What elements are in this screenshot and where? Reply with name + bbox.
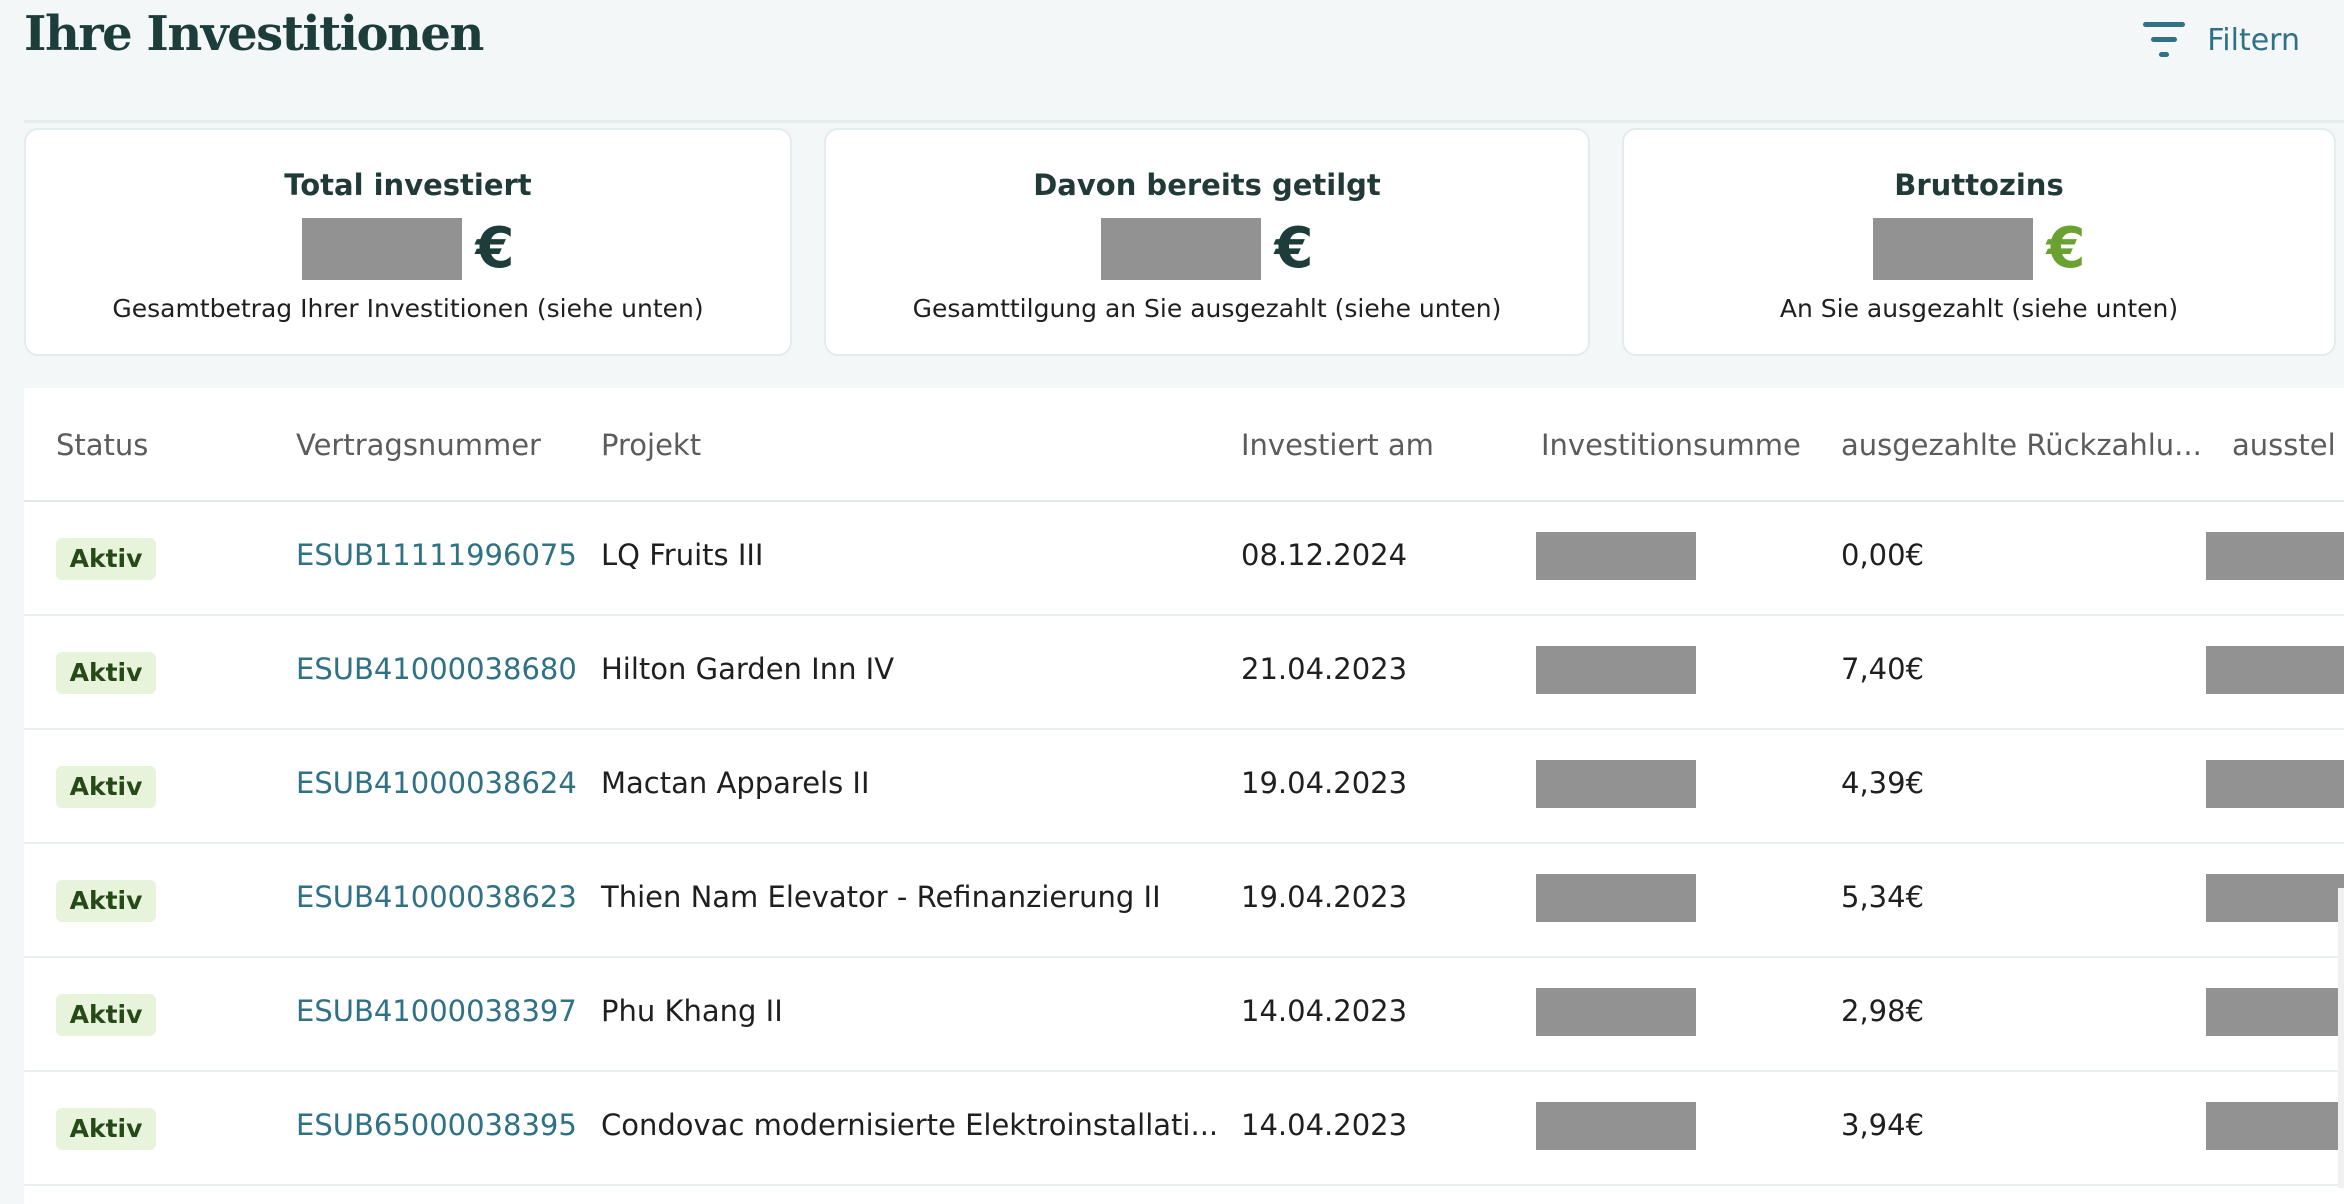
repaid-amount: 5,34€ (1841, 880, 1925, 914)
redacted-outstanding (2206, 646, 2344, 694)
repaid-amount: 2,98€ (1841, 994, 1925, 1028)
repaid-amount: 7,40€ (1841, 652, 1925, 686)
contract-number-link[interactable]: ESUB41000038397 (296, 994, 577, 1028)
redacted-amount (1536, 988, 1696, 1036)
table-row[interactable]: Aktiv ESUB41000038680 Hilton Garden Inn … (24, 616, 2344, 730)
card-title: Total investiert (284, 168, 532, 202)
column-header-amount[interactable]: Investitionsumme (1541, 428, 1801, 462)
redacted-amount (1536, 1102, 1696, 1150)
invested-date: 14.04.2023 (1241, 1108, 1408, 1142)
redacted-outstanding (2206, 988, 2344, 1036)
euro-sign: € (2046, 216, 2086, 281)
redacted-outstanding (2206, 874, 2344, 922)
repaid-amount: 3,94€ (1841, 1108, 1925, 1142)
card-title: Bruttozins (1894, 168, 2064, 202)
invested-date: 21.04.2023 (1241, 652, 1408, 686)
euro-sign: € (1274, 216, 1314, 281)
filter-icon (2143, 22, 2186, 57)
invested-date: 19.04.2023 (1241, 880, 1408, 914)
card-total-invested: Total investiert € Gesamtbetrag Ihrer In… (24, 128, 792, 356)
redacted-amount (1536, 646, 1696, 694)
redacted-amount (301, 218, 462, 280)
column-header-project[interactable]: Projekt (601, 428, 701, 462)
invested-date: 14.04.2023 (1241, 994, 1408, 1028)
status-badge: Aktiv (56, 766, 156, 808)
status-badge: Aktiv (56, 1108, 156, 1150)
repaid-amount: 4,39€ (1841, 766, 1925, 800)
redacted-amount (1536, 532, 1696, 580)
contract-number-link[interactable]: ESUB41000038680 (296, 652, 577, 686)
invested-date: 08.12.2024 (1241, 538, 1408, 572)
table-row[interactable]: Aktiv ESUB41000038624 Mactan Apparels II… (24, 730, 2344, 844)
page-header: Ihre Investitionen Filtern (24, 0, 2320, 120)
redacted-amount (1536, 760, 1696, 808)
table-row[interactable]: Aktiv ESUB65000038395 Condovac modernisi… (24, 1072, 2344, 1186)
project-name: Phu Khang II (601, 994, 783, 1028)
status-badge: Aktiv (56, 652, 156, 694)
column-header-outstanding[interactable]: ausstel (2232, 428, 2336, 462)
project-name: Thien Nam Elevator - Refinanzierung II (601, 880, 1161, 914)
project-name: LQ Fruits III (601, 538, 764, 572)
card-description: Gesamtbetrag Ihrer Investitionen (siehe … (112, 294, 704, 323)
header-divider (24, 120, 2344, 123)
status-badge: Aktiv (56, 994, 156, 1036)
column-header-status[interactable]: Status (56, 428, 148, 462)
filter-button[interactable]: Filtern (2143, 18, 2300, 62)
card-value: € (26, 216, 790, 282)
page-title: Ihre Investitionen (24, 6, 484, 62)
status-badge: Aktiv (56, 880, 156, 922)
card-value: € (826, 216, 1588, 282)
column-header-repaid[interactable]: ausgezahlte Rückzahlu... (1841, 428, 2202, 462)
card-value: € (1624, 216, 2334, 282)
contract-number-link[interactable]: ESUB41000038624 (296, 766, 577, 800)
project-name: Hilton Garden Inn IV (601, 652, 895, 686)
investments-page: Ihre Investitionen Filtern Total investi… (0, 0, 2344, 1204)
card-title: Davon bereits getilgt (1033, 168, 1381, 202)
table-row[interactable]: Aktiv ESUB41000038623 Thien Nam Elevator… (24, 844, 2344, 958)
table-row[interactable]: Aktiv ESUB41000038397 Phu Khang II 14.04… (24, 958, 2344, 1072)
filter-label: Filtern (2207, 22, 2300, 58)
card-description: An Sie ausgezahlt (siehe unten) (1779, 294, 2179, 323)
column-header-date[interactable]: Investiert am (1241, 428, 1434, 462)
table-row[interactable]: Aktiv ESUB11111996075 LQ Fruits III 08.1… (24, 502, 2344, 616)
project-name: Mactan Apparels II (601, 766, 870, 800)
redacted-amount (1100, 218, 1261, 280)
card-description: Gesamttilgung an Sie ausgezahlt (siehe u… (912, 294, 1502, 323)
card-repaid: Davon bereits getilgt € Gesamttilgung an… (824, 128, 1590, 356)
redacted-outstanding (2206, 1102, 2344, 1150)
euro-sign: € (475, 216, 515, 281)
redacted-outstanding (2206, 532, 2344, 580)
redacted-amount (1536, 874, 1696, 922)
invested-date: 19.04.2023 (1241, 766, 1408, 800)
table-header: Status Vertragsnummer Projekt Investiert… (24, 388, 2344, 502)
redacted-outstanding (2206, 760, 2344, 808)
redacted-amount (1872, 218, 2033, 280)
status-badge: Aktiv (56, 538, 156, 580)
table-scrollbar[interactable] (2338, 888, 2344, 1188)
column-header-contract[interactable]: Vertragsnummer (296, 428, 541, 462)
contract-number-link[interactable]: ESUB65000038395 (296, 1108, 577, 1142)
repaid-amount: 0,00€ (1841, 538, 1925, 572)
project-name: Condovac modernisierte Elektroinstallati… (601, 1108, 1219, 1142)
card-gross-interest: Bruttozins € An Sie ausgezahlt (siehe un… (1622, 128, 2336, 356)
contract-number-link[interactable]: ESUB41000038623 (296, 880, 577, 914)
investments-table: Status Vertragsnummer Projekt Investiert… (24, 388, 2344, 1204)
contract-number-link[interactable]: ESUB11111996075 (296, 538, 577, 572)
